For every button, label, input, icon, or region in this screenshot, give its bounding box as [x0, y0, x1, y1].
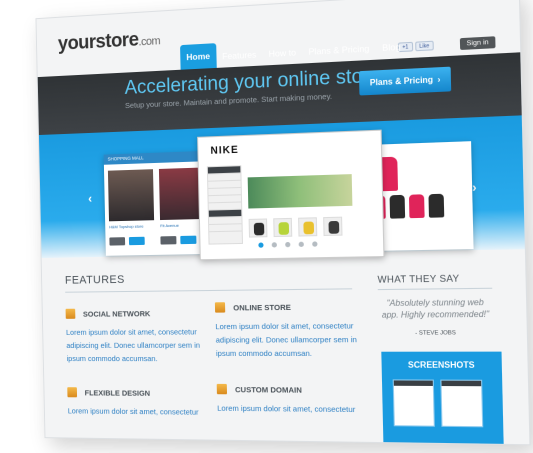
- testimonials-divider: [378, 288, 492, 290]
- product-image: [390, 195, 406, 219]
- slide-card-nike[interactable]: NIKE: [197, 130, 384, 261]
- plans-pricing-button[interactable]: Plans & Pricing ›: [359, 67, 452, 96]
- mall-caption-a: H&M Topshop store: [109, 224, 143, 230]
- slider-next-icon[interactable]: ›: [472, 180, 477, 195]
- website-page: yourstore.com +1 Like Sign in Accelerati…: [35, 0, 530, 445]
- screenshots-heading: SCREENSHOTS: [382, 360, 502, 370]
- nav-home[interactable]: Home: [180, 43, 216, 70]
- feature-name: ONLINE STORE: [233, 303, 291, 313]
- like-button[interactable]: Like: [415, 41, 434, 52]
- feature-description: Lorem ipsum dolor sit amet, consectetur: [217, 401, 362, 416]
- screenshot-slider: ‹ › SHOPPING MALL H&M Topshop store Fit …: [39, 115, 525, 258]
- slider-dot[interactable]: [258, 242, 263, 247]
- cta-label: Plans & Pricing: [370, 75, 433, 88]
- features-heading: FEATURES: [65, 274, 125, 287]
- slider-dot[interactable]: [285, 242, 290, 247]
- screenshot-thumb[interactable]: [440, 380, 483, 428]
- site-logo[interactable]: yourstore.com: [58, 28, 161, 56]
- logo-main: yourstore: [58, 29, 139, 55]
- feature-description: Lorem ipsum dolor sit amet, consectetur …: [215, 319, 361, 360]
- feature-description: Lorem ipsum dolor sit amet, consectetur: [68, 404, 206, 419]
- feature-name: SOCIAL NETWORK: [83, 309, 150, 319]
- product-thumb: [273, 218, 292, 237]
- mall-mini-button: [109, 237, 125, 245]
- nike-logo: NIKE: [210, 145, 239, 157]
- slider-dot[interactable]: [299, 242, 304, 247]
- nav-blog[interactable]: Blog: [376, 37, 408, 60]
- testimonials-heading: WHAT THEY SAY: [377, 273, 459, 285]
- chevron-right-icon: ›: [437, 75, 440, 85]
- feature-online-store: ONLINE STORE Lorem ipsum dolor sit amet,…: [215, 301, 360, 302]
- mall-photo-a: [108, 169, 154, 221]
- mall-mini-button: [129, 237, 145, 245]
- product-image: [428, 194, 444, 218]
- slider-prev-icon[interactable]: ‹: [88, 191, 92, 205]
- online-store-icon: [215, 302, 225, 312]
- feature-name: FLEXIBLE DESIGN: [85, 388, 151, 398]
- logo-tld: .com: [138, 35, 160, 48]
- product-thumb: [298, 217, 317, 236]
- slider-pagination: [258, 241, 317, 247]
- feature-flexible-design: FLEXIBLE DESIGN Lorem ipsum dolor sit am…: [67, 387, 204, 388]
- screenshot-thumb[interactable]: [393, 379, 435, 426]
- testimonial-author: - STEVE JOBS: [379, 330, 494, 337]
- features-divider: [65, 288, 352, 292]
- nike-sidebar: [207, 165, 243, 244]
- nike-banner-image: [248, 174, 353, 208]
- slider-dot[interactable]: [272, 242, 277, 247]
- flexible-design-icon: [67, 387, 77, 397]
- screenshots-panel[interactable]: SCREENSHOTS: [381, 352, 503, 446]
- feature-description: Lorem ipsum dolor sit amet, consectetur …: [66, 325, 204, 365]
- mall-caption-b: Fit Avenue: [160, 223, 179, 229]
- mall-mini-button: [180, 236, 196, 245]
- product-image: [409, 194, 425, 218]
- mall-mini-button: [160, 236, 176, 245]
- feature-custom-domain: CUSTOM DOMAIN Lorem ipsum dolor sit amet…: [217, 384, 362, 385]
- product-thumb: [323, 217, 342, 236]
- nav-features[interactable]: Features: [216, 45, 263, 68]
- testimonial-quote: "Absolutely stunning web app. Highly rec…: [378, 296, 493, 321]
- page-wrapper: yourstore.com +1 Like Sign in Accelerati…: [0, 0, 533, 453]
- signin-button[interactable]: Sign in: [460, 36, 496, 50]
- nav-plans-pricing[interactable]: Plans & Pricing: [302, 39, 376, 64]
- nav-how-to[interactable]: How to: [262, 43, 302, 66]
- feature-name: CUSTOM DOMAIN: [235, 385, 302, 395]
- slider-dot[interactable]: [312, 241, 317, 246]
- feature-social-network: SOCIAL NETWORK Lorem ipsum dolor sit ame…: [66, 308, 203, 309]
- product-thumb: [249, 218, 268, 237]
- custom-domain-icon: [217, 384, 227, 394]
- social-network-icon: [66, 309, 76, 319]
